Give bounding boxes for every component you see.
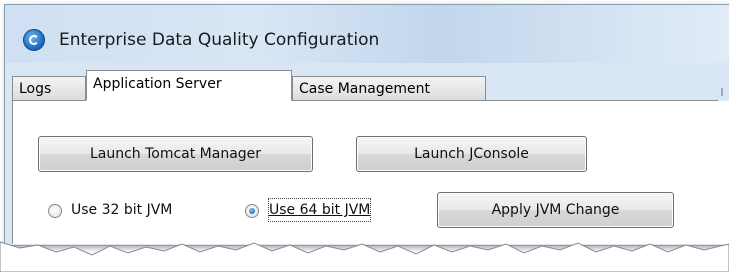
- jvm-64-radio[interactable]: [245, 204, 259, 218]
- title-bar: Enterprise Data Quality Configuration: [5, 5, 729, 63]
- jvm-64-label[interactable]: Use 64 bit JVM: [268, 198, 372, 222]
- tab-strip: Logs Application Server Case Management: [12, 70, 718, 101]
- app-icon: [23, 29, 45, 51]
- tab-application-server[interactable]: Application Server: [86, 70, 292, 101]
- apply-jvm-change-button[interactable]: Apply JVM Change: [437, 192, 674, 228]
- window-edge-mark: [721, 88, 723, 96]
- jvm-32-label[interactable]: Use 32 bit JVM: [71, 198, 172, 222]
- launch-tomcat-manager-button[interactable]: Launch Tomcat Manager: [38, 136, 313, 172]
- tab-case-management[interactable]: Case Management: [292, 76, 486, 100]
- tab-logs[interactable]: Logs: [12, 76, 86, 100]
- torn-edge: [0, 241, 729, 272]
- window-title: Enterprise Data Quality Configuration: [59, 30, 380, 50]
- application-server-panel: Launch Tomcat Manager Launch JConsole Us…: [12, 101, 729, 244]
- launch-jconsole-button[interactable]: Launch JConsole: [356, 136, 587, 172]
- jvm-32-radio[interactable]: [48, 204, 62, 218]
